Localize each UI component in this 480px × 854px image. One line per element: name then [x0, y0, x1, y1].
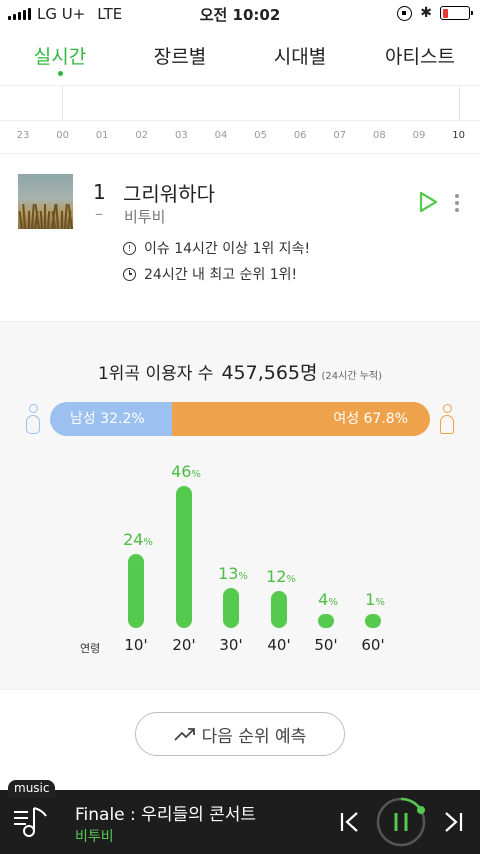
song-artist[interactable]: 비투비	[124, 206, 165, 227]
timeline-hour[interactable]: 04	[215, 130, 228, 141]
age-bar-value: 1%	[365, 590, 385, 609]
battery-icon	[440, 6, 473, 20]
more-options-icon[interactable]	[452, 192, 462, 214]
age-chart: 연령 24% 10' 46% 20' 13% 30' 12% 40' 4% 50' 1% 60'	[0, 452, 480, 672]
mini-player[interactable]: Finale : 우리들의 콘서트 비투비	[0, 790, 480, 854]
timeline-hour[interactable]: 23	[17, 130, 30, 141]
pause-icon[interactable]	[375, 796, 427, 848]
timeline-hour[interactable]: 07	[333, 130, 346, 141]
age-category-label: 40'	[267, 636, 291, 654]
tab-label: 장르별	[153, 46, 207, 68]
age-category-label: 20'	[172, 636, 196, 654]
playlist-icon[interactable]	[12, 804, 52, 840]
play-icon[interactable]	[416, 190, 440, 214]
predict-label: 다음 순위 예측	[201, 726, 307, 747]
tab-genre[interactable]: 장르별	[120, 30, 240, 85]
status-bar: LG U+ LTE 오전 10:02 ✱	[0, 0, 480, 28]
top-song-row[interactable]: 1 – 그리워하다 비투비 ! 이슈 14시간 이상 1위 지속! 24시간 내…	[0, 154, 480, 322]
rotation-lock-icon	[397, 5, 413, 21]
gender-ratio-bar: 남성 32.2% 여성 67.8%	[50, 402, 430, 436]
age-bar-value: 46%	[171, 462, 201, 481]
rank-change: –	[95, 204, 103, 223]
users-count: 457,565명	[221, 362, 318, 384]
male-icon	[24, 402, 42, 436]
age-category-label: 50'	[314, 636, 338, 654]
age-bar-value: 13%	[218, 563, 248, 583]
battery-level	[442, 8, 448, 18]
timeline-hour[interactable]: 02	[135, 130, 148, 141]
issue-icon: !	[123, 241, 136, 255]
tab-label: 시대별	[273, 46, 327, 68]
female-segment: 여성 67.8%	[172, 402, 430, 436]
tab-realtime[interactable]: 실시간	[0, 30, 120, 85]
timeline-hour[interactable]: 10	[452, 130, 465, 141]
active-tab-indicator	[57, 71, 63, 76]
age-category-label: 60'	[361, 636, 385, 654]
player-artist[interactable]: 비투비	[75, 826, 114, 846]
age-bar	[223, 587, 239, 628]
timeline-divider	[62, 86, 63, 120]
best-rank-info: 24시간 내 최고 순위 1위!	[123, 264, 297, 284]
timeline-hour[interactable]: 01	[96, 130, 109, 141]
clock-icon	[123, 267, 136, 281]
previous-icon[interactable]	[340, 811, 360, 833]
male-segment: 남성 32.2%	[50, 402, 173, 436]
tab-label: 아티스트	[385, 46, 455, 68]
predict-next-rank-button[interactable]: 다음 순위 예측	[135, 712, 345, 756]
issue-info: ! 이슈 14시간 이상 1위 지속!	[123, 238, 310, 258]
users-sub: (24시간 누적)	[321, 371, 383, 382]
tab-label: 실시간	[33, 46, 87, 68]
trend-up-icon	[174, 728, 195, 741]
timeline-hour[interactable]: 08	[373, 130, 386, 141]
age-bar	[176, 486, 192, 628]
tab-era[interactable]: 시대별	[240, 30, 360, 85]
timeline-hour[interactable]: 05	[254, 130, 267, 141]
age-category-label: 10'	[124, 636, 148, 654]
age-category-label: 30'	[219, 636, 243, 654]
bluetooth-icon: ✱	[420, 5, 432, 21]
rank-number: 1	[93, 180, 106, 204]
album-art[interactable]	[18, 174, 73, 229]
chart-tabs: 실시간 장르별 시대별 아티스트	[0, 30, 480, 86]
listener-stats: 1위곡 이용자 수 457,565명 (24시간 누적) 남성 32.2% 여성 6…	[0, 322, 480, 690]
tab-artist[interactable]: 아티스트	[360, 30, 480, 85]
age-bar	[271, 590, 287, 628]
age-axis-title: 연령	[80, 642, 101, 655]
next-icon[interactable]	[443, 811, 463, 833]
age-bar-value: 24%	[123, 529, 153, 549]
status-right: ✱	[397, 5, 473, 21]
song-title[interactable]: 그리워하다	[123, 178, 215, 207]
hour-timeline[interactable]: 23 00 01 02 03 04 05 06 07 08 09 10	[0, 86, 480, 154]
timeline-hour[interactable]: 06	[294, 130, 307, 141]
timeline-hour[interactable]: 09	[413, 130, 426, 141]
best-rank-info-text: 24시간 내 최고 순위 1위!	[144, 267, 298, 283]
timeline-divider	[459, 86, 460, 120]
users-label: 1위곡 이용자 수	[97, 364, 214, 384]
age-bar	[365, 614, 381, 628]
users-count-line: 1위곡 이용자 수 457,565명 (24시간 누적)	[0, 358, 480, 385]
age-bar	[128, 553, 144, 628]
player-title[interactable]: Finale : 우리들의 콘서트	[75, 800, 256, 825]
female-icon	[438, 402, 456, 436]
age-bar-value: 12%	[266, 566, 296, 586]
timeline-baseline	[0, 120, 480, 121]
issue-info-text: 이슈 14시간 이상 1위 지속!	[144, 241, 311, 257]
age-bar	[318, 614, 334, 628]
timeline-hour[interactable]: 03	[175, 130, 188, 141]
age-bar-value: 4%	[318, 590, 338, 609]
timeline-hour[interactable]: 00	[56, 130, 69, 141]
music-tag: music	[8, 780, 56, 798]
